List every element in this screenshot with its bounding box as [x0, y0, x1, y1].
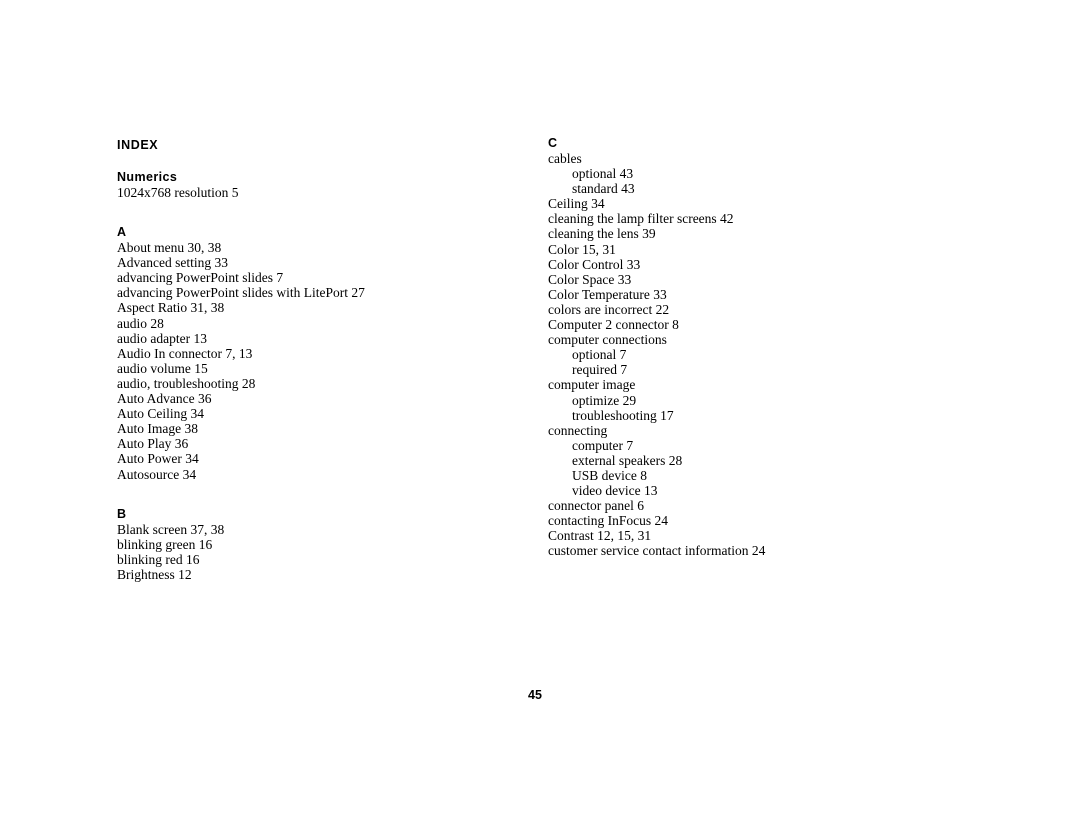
- index-subentry: troubleshooting 17: [572, 407, 674, 423]
- index-section-a: A About menu 30, 38 Advanced setting 33 adv…: [117, 225, 517, 482]
- index-entry: Auto Power 34: [117, 451, 199, 467]
- index-entry: customer service contact information 24: [548, 543, 766, 559]
- index-entry: audio 28: [117, 315, 164, 331]
- section-heading: A: [117, 225, 127, 240]
- index-column-left: Numerics 1024x768 resolution 5 A About menu…: [117, 136, 517, 582]
- index-entry: connector panel 6: [548, 498, 644, 514]
- index-entry: contacting InFocus 24: [548, 513, 668, 529]
- index-entry: computer connections: [548, 332, 667, 348]
- index-subentry: optional 7: [572, 347, 627, 363]
- index-entry: About menu 30, 38: [117, 240, 222, 256]
- section-heading: Numerics: [117, 170, 178, 184]
- index-entry: cables: [548, 151, 582, 166]
- index-subentry: computer 7: [572, 437, 634, 453]
- index-entry: Advanced setting 33: [117, 255, 228, 271]
- index-entry: audio, troubleshooting 28: [117, 375, 256, 391]
- index-subentry: required 7: [572, 362, 628, 378]
- index-entry: Color 15, 31: [548, 241, 616, 257]
- index-subentry: optional 43: [572, 166, 634, 182]
- index-entry: Computer 2 connector 8: [548, 317, 679, 333]
- section-heading: B: [117, 506, 127, 521]
- index-entry: blinking red 16: [117, 551, 200, 567]
- index-column-right: Ccables optional 43 standard 43 Ceiling 34 c…: [548, 136, 948, 559]
- index-entry: Auto Play 36: [117, 436, 189, 452]
- index-entry: audio adapter 13: [117, 330, 207, 346]
- index-entry: advancing PowerPoint slides 7: [117, 270, 284, 286]
- index-page: INDEX Numerics 1024x768 resolution 5 A Abou…: [0, 0, 1080, 834]
- index-subentry: USB device 8: [572, 467, 647, 483]
- index-entry: cleaning the lamp filter screens 42: [548, 211, 734, 227]
- index-entry: Auto Advance 36: [117, 391, 212, 407]
- index-entry: computer image: [548, 377, 636, 393]
- index-entry: connecting: [548, 422, 608, 438]
- index-entry: colors are incorrect 22: [548, 301, 670, 317]
- index-entry: cleaning the lens 39: [548, 226, 656, 242]
- index-entry: Ceiling 34: [548, 196, 605, 212]
- section-heading: C: [548, 136, 558, 150]
- index-entry: Contrast 12, 15, 31: [548, 528, 652, 544]
- index-entry: Color Space 33: [548, 271, 632, 287]
- index-section-c: Ccables optional 43 standard 43 Ceiling 34 c…: [548, 136, 948, 559]
- index-entry: Autosource 34: [117, 466, 197, 482]
- index-entry: audio volume 15: [117, 360, 208, 376]
- index-entry: advancing PowerPoint slides with LitePor…: [117, 285, 365, 301]
- index-entry: Audio In connector 7, 13: [117, 345, 253, 361]
- index-entry: Auto Ceiling 34: [117, 406, 204, 422]
- index-entry: Brightness 12: [117, 566, 192, 582]
- index-entry: Aspect Ratio 31, 38: [117, 300, 225, 316]
- index-entry: blinking green 16: [117, 536, 213, 552]
- index-entry: Blank screen 37, 38: [117, 521, 225, 537]
- index-section-b: B Blank screen 37, 38 blinking green 16 bli…: [117, 507, 517, 582]
- index-entry: Color Control 33: [548, 256, 641, 272]
- index-subentry: external speakers 28: [572, 452, 683, 468]
- index-section-numerics: Numerics 1024x768 resolution 5: [117, 170, 517, 200]
- index-subentry: standard 43: [572, 181, 635, 197]
- page-number: 45: [528, 688, 542, 702]
- index-entry: Auto Image 38: [117, 421, 198, 437]
- index-subentry: video device 13: [572, 483, 658, 499]
- index-entry: 1024x768 resolution 5: [117, 185, 239, 200]
- index-subentry: optimize 29: [572, 392, 637, 408]
- index-entry: Color Temperature 33: [548, 286, 667, 302]
